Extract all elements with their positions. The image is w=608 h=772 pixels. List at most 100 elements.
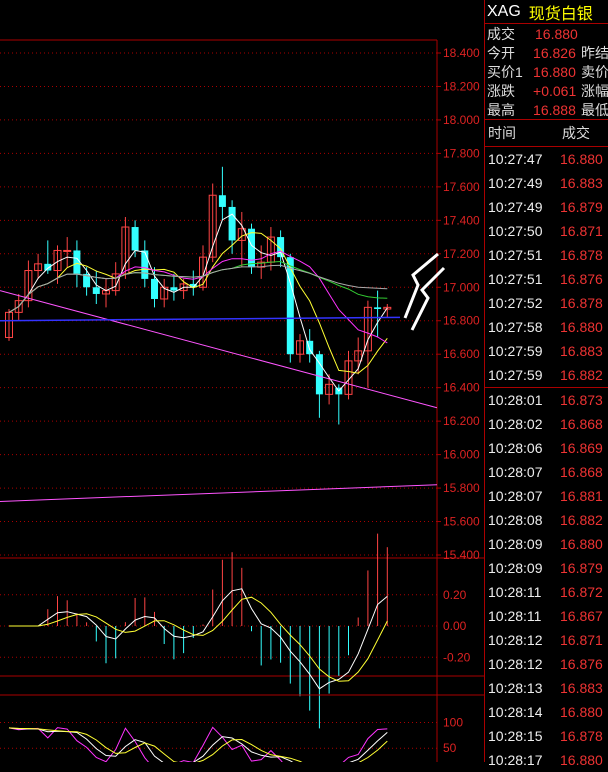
candle-body: [151, 278, 158, 299]
tick-time: 10:28:07: [488, 464, 543, 480]
price-chart[interactable]: 18.400 18.200 18.000 17.800 17.600 17.400 17.2…: [0, 0, 484, 762]
tick-price: 16.876: [560, 656, 603, 672]
tick-row: 10:27:51 16.878: [485, 243, 608, 267]
tick-row: 10:28:13 16.883: [485, 676, 608, 700]
tick-price: 16.882: [560, 512, 603, 528]
ticks-header: 时间 成交: [485, 119, 608, 147]
trendline: [0, 484, 438, 502]
y-tick-label: 16.400: [443, 381, 480, 395]
tick-row: 10:28:09 16.880: [485, 532, 608, 556]
kdj-j-line: [8, 726, 388, 762]
y-tick-label: 17.000: [443, 280, 480, 294]
tick-price: 16.878: [560, 295, 603, 311]
quote-panel: XAG 现货白银 成交 16.880 今开 16.826 昨结 买价1 16.880 卖价 涨跌…: [484, 0, 608, 768]
tick-row: 10:28:12 16.871: [485, 628, 608, 652]
tick-row: 10:28:07 16.881: [485, 484, 608, 508]
tick-price: 16.880: [560, 752, 603, 768]
tick-time: 10:28:17: [488, 752, 543, 768]
quote-row: 最高 16.888 最低: [485, 100, 608, 119]
quote-value: 16.888: [533, 101, 576, 118]
tick-price: 16.879: [560, 560, 603, 576]
quote-row: 成交 16.880: [485, 24, 608, 43]
quote-rows: 成交 16.880 今开 16.826 昨结 买价1 16.880 卖价 涨跌 +0.061 涨幅最…: [485, 24, 608, 119]
tick-time: 10:27:59: [488, 367, 543, 383]
candle-body: [170, 287, 178, 291]
tick-price: 16.873: [560, 392, 603, 408]
candle-body: [141, 250, 149, 279]
candle-body: [248, 228, 255, 268]
y-tick-label: 17.800: [443, 146, 480, 160]
tick-time: 10:28:14: [488, 704, 543, 720]
tick-price: 16.876: [560, 271, 603, 287]
y-tick-label: 17.400: [443, 213, 480, 227]
trendline-blue: [0, 316, 401, 322]
y-tick-label: 18.000: [443, 113, 480, 127]
quote-row: 买价1 16.880 卖价: [485, 62, 608, 81]
kdj-k-line: [8, 727, 388, 762]
quote-label: 买价1: [487, 63, 523, 80]
tick-price: 16.872: [560, 584, 603, 600]
tick-row: 10:28:07 16.868: [485, 460, 608, 484]
tick-time: 10:27:52: [488, 295, 543, 311]
tick-row: 10:27:49 16.883: [485, 171, 608, 195]
y-tick-label: 17.600: [443, 180, 480, 194]
quote-label: 今开: [487, 44, 515, 61]
tick-row: 10:28:06 16.869: [485, 436, 608, 460]
tick-time: 10:27:59: [488, 343, 543, 359]
tick-price: 16.878: [560, 247, 603, 263]
tick-time: 10:27:49: [488, 175, 543, 191]
tick-row: 10:28:01 16.873: [485, 388, 608, 412]
y-tick-label: 18.200: [443, 79, 480, 93]
tick-time: 10:27:51: [488, 271, 543, 287]
ticks-header-time: 时间: [488, 125, 516, 141]
y-tick-label: 15.600: [443, 515, 480, 529]
tick-time: 10:28:06: [488, 440, 543, 456]
y-tick-label: 0.00: [443, 619, 467, 633]
tick-time: 10:28:11: [488, 608, 542, 624]
tick-time: 10:28:08: [488, 512, 543, 528]
tick-price: 16.867: [560, 608, 603, 624]
y-tick-label: 16.000: [443, 448, 480, 462]
candle-body: [92, 287, 100, 294]
tick-row: 10:28:17 16.880: [485, 748, 608, 772]
macd-dea-line: [9, 596, 388, 682]
tick-price: 16.883: [560, 680, 603, 696]
tick-row: 10:27:51 16.876: [485, 267, 608, 291]
symbol-name: 现货白银: [528, 5, 593, 23]
quote-value: 16.880: [535, 25, 578, 42]
tick-time: 10:28:01: [488, 392, 543, 408]
y-tick-label: 100: [443, 715, 463, 729]
candle-body: [63, 249, 72, 252]
tick-time: 10:27:49: [488, 199, 543, 215]
tick-price: 16.868: [560, 464, 603, 480]
y-tick-label: -0.20: [443, 650, 471, 664]
quote-label-2: 昨结: [581, 44, 608, 61]
tick-time: 10:28:15: [488, 728, 543, 744]
tick-time: 10:28:12: [488, 632, 543, 648]
tick-row: 10:27:52 16.878: [485, 291, 608, 315]
ticks-list[interactable]: 10:27:47 16.880 10:27:49 16.883 10:27:49 16.8…: [485, 147, 608, 772]
tick-price: 16.879: [560, 199, 603, 215]
tick-price: 16.871: [560, 632, 603, 648]
tick-row: 10:27:58 16.880: [485, 315, 608, 339]
tick-row: 10:27:59 16.883: [485, 339, 608, 363]
candle-body: [374, 307, 382, 310]
tick-price: 16.880: [560, 319, 603, 335]
y-tick-label: 50: [443, 741, 457, 755]
candle-body: [228, 206, 236, 241]
kdj-d-line: [8, 727, 388, 762]
y-tick-label: 15.800: [443, 481, 480, 495]
tick-time: 10:28:11: [488, 584, 542, 600]
symbol-header: XAG 现货白银: [485, 0, 608, 24]
tick-time: 10:28:09: [488, 560, 543, 576]
y-tick-label: 16.600: [443, 347, 480, 361]
tick-row: 10:28:12 16.876: [485, 652, 608, 676]
candle-body: [218, 195, 226, 207]
tick-row: 10:27:59 16.882: [485, 363, 608, 387]
tick-price: 16.883: [560, 175, 603, 191]
tick-price: 16.880: [560, 151, 603, 167]
tick-time: 10:27:58: [488, 319, 543, 335]
tick-row: 10:28:11 16.872: [485, 580, 608, 604]
tick-row: 10:27:49 16.879: [485, 195, 608, 219]
ticks-header-price: 成交: [562, 125, 590, 141]
